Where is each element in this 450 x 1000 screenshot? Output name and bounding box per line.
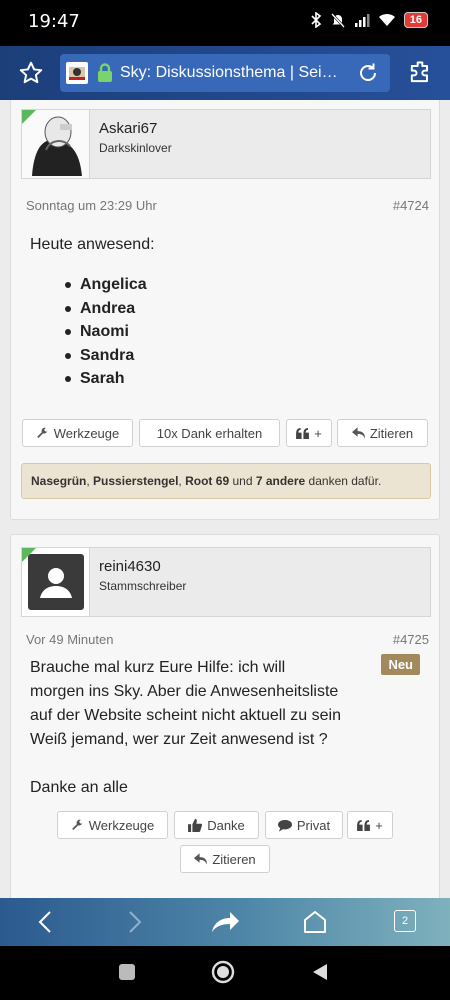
lock-icon <box>98 63 112 82</box>
thanks-button[interactable]: Danke <box>174 811 259 839</box>
avatar[interactable] <box>22 110 90 178</box>
online-indicator <box>22 548 36 562</box>
quote-label: Zitieren <box>369 425 414 441</box>
multiquote-label: + <box>375 817 383 833</box>
browser-toolbar: Sky: Diskussionsthema | Sei… <box>0 46 450 100</box>
url-bar[interactable]: Sky: Diskussionsthema | Sei… <box>60 54 390 92</box>
post-text-line: Weiß jemand, wer zur Zeit anwesend ist ? <box>30 731 328 748</box>
reload-icon[interactable] <box>356 61 380 85</box>
forum-post: Askari67 Darkskinlover Sonntag um 23:29 … <box>10 100 440 520</box>
quote-button[interactable]: Zitieren <box>337 419 428 447</box>
tools-button[interactable]: Werkzeuge <box>22 419 133 447</box>
battery-indicator: 16 <box>403 12 428 28</box>
back-arrow-icon[interactable] <box>34 908 58 936</box>
mute-bell-icon <box>330 13 345 28</box>
quote-button[interactable]: Zitieren <box>180 845 270 873</box>
attendee-list: Angelica Andrea Naomi Sandra Sarah <box>65 273 155 391</box>
list-item: Angelica <box>65 273 155 297</box>
thanks-label: Danke <box>207 817 245 833</box>
extensions-puzzle-icon[interactable] <box>406 59 434 87</box>
wrench-icon <box>71 819 83 830</box>
url-title: Sky: Diskussionsthema | Sei… <box>120 64 338 81</box>
multiquote-label: + <box>314 425 322 441</box>
post-text-line <box>30 752 341 776</box>
forum-post: reini4630 Stammschreiber Vor 49 Minuten … <box>10 534 440 898</box>
post-body: Heute anwesend: Angelica Andrea Naomi Sa… <box>30 233 155 391</box>
new-badge: Neu <box>381 654 420 675</box>
likers-others-link[interactable]: 7 andere <box>256 474 305 488</box>
avatar[interactable] <box>22 548 90 616</box>
thanks-received-label: 10x Dank erhalten <box>156 425 263 441</box>
tabs-counter-button[interactable]: 2 <box>394 910 416 932</box>
home-icon[interactable] <box>302 908 328 936</box>
liker-name[interactable]: Root 69 <box>185 474 229 488</box>
post-text-line: auf der Website scheint nicht aktuell zu… <box>30 707 341 724</box>
quote-label: Zitieren <box>212 851 256 867</box>
post-body: Brauche mal kurz Eure Hilfe: ich will mo… <box>30 656 341 800</box>
post-text-line: Danke an alle <box>30 779 128 796</box>
user-info-box: reini4630 Stammschreiber <box>21 547 431 617</box>
speech-bubble-icon <box>277 819 292 832</box>
post-date[interactable]: Sonntag um 23:29 Uhr <box>26 198 157 213</box>
status-icons: 16 <box>310 12 428 28</box>
user-title: Darkskinlover <box>99 141 172 155</box>
post-number[interactable]: #4724 <box>393 198 429 213</box>
tools-label: Werkzeuge <box>88 817 155 833</box>
username[interactable]: reini4630 <box>99 558 161 575</box>
private-label: Privat <box>296 817 331 833</box>
page-content: Askari67 Darkskinlover Sonntag um 23:29 … <box>0 100 450 898</box>
list-item: Naomi <box>65 320 155 344</box>
liker-name[interactable]: Pussierstengel <box>93 474 178 488</box>
status-bar: 19:47 16 <box>0 0 450 46</box>
tab-count: 2 <box>401 915 409 927</box>
online-indicator <box>22 110 36 124</box>
reply-arrow-icon <box>351 427 365 439</box>
signal-icon <box>354 14 370 27</box>
user-info-box: Askari67 Darkskinlover <box>21 109 431 179</box>
recents-square-icon[interactable] <box>118 963 136 981</box>
android-navigation-bar <box>0 946 450 1000</box>
private-reply-button[interactable]: Privat <box>265 811 343 839</box>
browser-bottom-nav: 2 <box>0 898 450 946</box>
bookmark-star-icon[interactable] <box>18 60 44 86</box>
post-text-line: morgen ins Sky. Aber die Anwesenheitslis… <box>30 683 339 700</box>
reply-arrow-icon <box>194 853 208 865</box>
forward-arrow-icon[interactable] <box>122 908 146 936</box>
post-date[interactable]: Vor 49 Minuten <box>26 632 113 647</box>
liker-name[interactable]: Nasegrün <box>31 474 86 488</box>
list-item: Andrea <box>65 297 155 321</box>
quote-icon <box>296 427 310 439</box>
multiquote-button[interactable]: + <box>347 811 393 839</box>
post-text-line: Brauche mal kurz Eure Hilfe: ich will <box>30 659 286 676</box>
bluetooth-icon <box>311 12 321 28</box>
thumbs-up-icon <box>188 818 203 832</box>
status-time: 19:47 <box>28 11 80 32</box>
wrench-icon <box>36 427 48 438</box>
user-title: Stammschreiber <box>99 579 187 593</box>
thanks-received-button[interactable]: 10x Dank erhalten <box>139 419 280 447</box>
multiquote-button[interactable]: + <box>286 419 332 447</box>
back-triangle-icon[interactable] <box>311 962 329 982</box>
site-favicon <box>66 62 88 84</box>
list-item: Sarah <box>65 367 155 391</box>
home-circle-icon[interactable] <box>211 960 235 984</box>
list-item: Sandra <box>65 344 155 368</box>
post-number[interactable]: #4725 <box>393 632 429 647</box>
likes-summary: Nasegrün, Pussierstengel, Root 69 und 7 … <box>21 463 431 499</box>
post-intro: Heute anwesend: <box>30 236 155 253</box>
username[interactable]: Askari67 <box>99 120 157 137</box>
wifi-icon <box>378 13 395 26</box>
tools-button[interactable]: Werkzeuge <box>57 811 168 839</box>
quote-icon <box>357 819 371 831</box>
share-icon[interactable] <box>210 908 240 936</box>
tools-label: Werkzeuge <box>53 425 120 441</box>
